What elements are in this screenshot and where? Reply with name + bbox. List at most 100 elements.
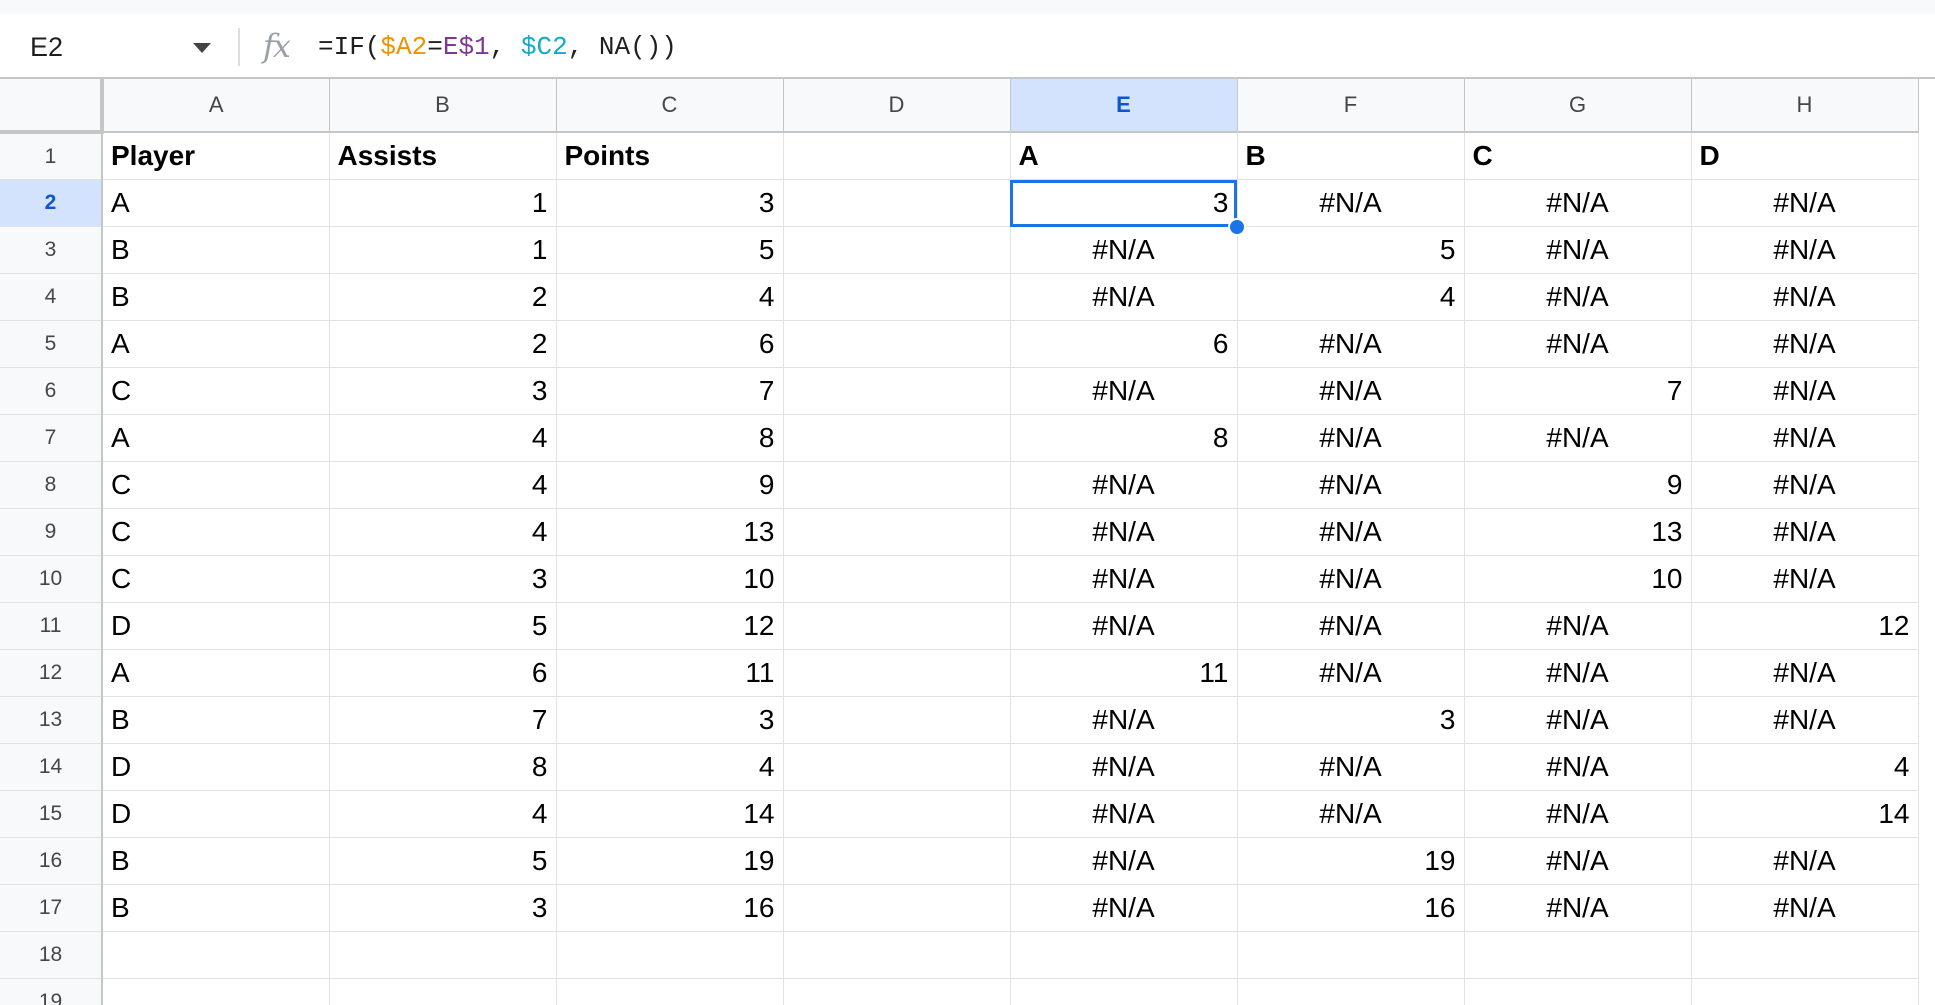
cell-a17[interactable]: B [102, 884, 330, 932]
cell-b16[interactable]: 5 [329, 837, 557, 885]
cell-d18[interactable] [783, 931, 1011, 979]
cell-g6[interactable]: 7 [1464, 367, 1692, 415]
cell-f17[interactable]: 16 [1237, 884, 1465, 932]
cell-h4[interactable]: #N/A [1691, 273, 1919, 321]
cell-a5[interactable]: A [102, 320, 330, 368]
cell-a10[interactable]: C [102, 555, 330, 603]
cell-f9[interactable]: #N/A [1237, 508, 1465, 556]
cell-e18[interactable] [1010, 931, 1238, 979]
cell-b2[interactable]: 1 [329, 179, 557, 227]
row-header-16[interactable]: 16 [0, 837, 103, 885]
cell-c16[interactable]: 19 [556, 837, 784, 885]
cell-b17[interactable]: 3 [329, 884, 557, 932]
cell-a14[interactable]: D [102, 743, 330, 791]
row-header-2[interactable]: 2 [0, 179, 103, 227]
cell-c11[interactable]: 12 [556, 602, 784, 650]
cell-f1[interactable]: B [1237, 132, 1465, 180]
cell-d11[interactable] [783, 602, 1011, 650]
column-header-c[interactable]: C [556, 79, 784, 133]
cell-a19[interactable] [102, 978, 330, 1005]
column-header-h[interactable]: H [1691, 79, 1919, 133]
cell-g4[interactable]: #N/A [1464, 273, 1692, 321]
cell-c14[interactable]: 4 [556, 743, 784, 791]
cell-a3[interactable]: B [102, 226, 330, 274]
cell-h7[interactable]: #N/A [1691, 414, 1919, 462]
cell-b5[interactable]: 2 [329, 320, 557, 368]
cell-f11[interactable]: #N/A [1237, 602, 1465, 650]
cell-e9[interactable]: #N/A [1010, 508, 1238, 556]
cell-g19[interactable] [1464, 978, 1692, 1005]
row-header-17[interactable]: 17 [0, 884, 103, 932]
cell-d14[interactable] [783, 743, 1011, 791]
cell-f19[interactable] [1237, 978, 1465, 1005]
cell-a4[interactable]: B [102, 273, 330, 321]
cell-e12[interactable]: 11 [1010, 649, 1238, 697]
cell-h12[interactable]: #N/A [1691, 649, 1919, 697]
cell-g1[interactable]: C [1464, 132, 1692, 180]
cell-c18[interactable] [556, 931, 784, 979]
row-header-11[interactable]: 11 [0, 602, 103, 650]
cell-b15[interactable]: 4 [329, 790, 557, 838]
cell-h2[interactable]: #N/A [1691, 179, 1919, 227]
cell-h16[interactable]: #N/A [1691, 837, 1919, 885]
cell-d3[interactable] [783, 226, 1011, 274]
cell-c19[interactable] [556, 978, 784, 1005]
cell-c1[interactable]: Points [556, 132, 784, 180]
cell-f16[interactable]: 19 [1237, 837, 1465, 885]
cell-a13[interactable]: B [102, 696, 330, 744]
cell-g13[interactable]: #N/A [1464, 696, 1692, 744]
row-header-8[interactable]: 8 [0, 461, 103, 509]
cell-a1[interactable]: Player [102, 132, 330, 180]
cell-d15[interactable] [783, 790, 1011, 838]
cell-e16[interactable]: #N/A [1010, 837, 1238, 885]
cell-g9[interactable]: 13 [1464, 508, 1692, 556]
cell-h14[interactable]: 4 [1691, 743, 1919, 791]
formula-input[interactable]: =IF($A2=E$1, $C2, NA()) [318, 30, 1898, 64]
row-header-5[interactable]: 5 [0, 320, 103, 368]
cell-a9[interactable]: C [102, 508, 330, 556]
cell-f8[interactable]: #N/A [1237, 461, 1465, 509]
cell-e6[interactable]: #N/A [1010, 367, 1238, 415]
cell-b3[interactable]: 1 [329, 226, 557, 274]
cell-c6[interactable]: 7 [556, 367, 784, 415]
cell-b7[interactable]: 4 [329, 414, 557, 462]
cell-h8[interactable]: #N/A [1691, 461, 1919, 509]
row-header-3[interactable]: 3 [0, 226, 103, 274]
row-header-7[interactable]: 7 [0, 414, 103, 462]
cell-e10[interactable]: #N/A [1010, 555, 1238, 603]
cell-c5[interactable]: 6 [556, 320, 784, 368]
cell-a8[interactable]: C [102, 461, 330, 509]
cell-d10[interactable] [783, 555, 1011, 603]
cell-h1[interactable]: D [1691, 132, 1919, 180]
cell-d5[interactable] [783, 320, 1011, 368]
cell-b1[interactable]: Assists [329, 132, 557, 180]
cell-f12[interactable]: #N/A [1237, 649, 1465, 697]
cell-e4[interactable]: #N/A [1010, 273, 1238, 321]
cell-d1[interactable] [783, 132, 1011, 180]
column-header-a[interactable]: A [102, 79, 330, 133]
cell-d8[interactable] [783, 461, 1011, 509]
row-header-13[interactable]: 13 [0, 696, 103, 744]
cell-f13[interactable]: 3 [1237, 696, 1465, 744]
cell-g14[interactable]: #N/A [1464, 743, 1692, 791]
cell-d16[interactable] [783, 837, 1011, 885]
cell-e17[interactable]: #N/A [1010, 884, 1238, 932]
cell-g2[interactable]: #N/A [1464, 179, 1692, 227]
cell-e2[interactable]: 3 [1010, 179, 1238, 227]
cell-d6[interactable] [783, 367, 1011, 415]
cell-h10[interactable]: #N/A [1691, 555, 1919, 603]
cell-e14[interactable]: #N/A [1010, 743, 1238, 791]
cell-b9[interactable]: 4 [329, 508, 557, 556]
cell-c13[interactable]: 3 [556, 696, 784, 744]
row-header-1[interactable]: 1 [0, 132, 103, 180]
cell-d19[interactable] [783, 978, 1011, 1005]
cell-c9[interactable]: 13 [556, 508, 784, 556]
cell-e11[interactable]: #N/A [1010, 602, 1238, 650]
cell-d4[interactable] [783, 273, 1011, 321]
cell-b12[interactable]: 6 [329, 649, 557, 697]
cell-h6[interactable]: #N/A [1691, 367, 1919, 415]
row-header-18[interactable]: 18 [0, 931, 103, 979]
cell-c17[interactable]: 16 [556, 884, 784, 932]
row-header-15[interactable]: 15 [0, 790, 103, 838]
fill-handle[interactable] [1228, 217, 1246, 236]
